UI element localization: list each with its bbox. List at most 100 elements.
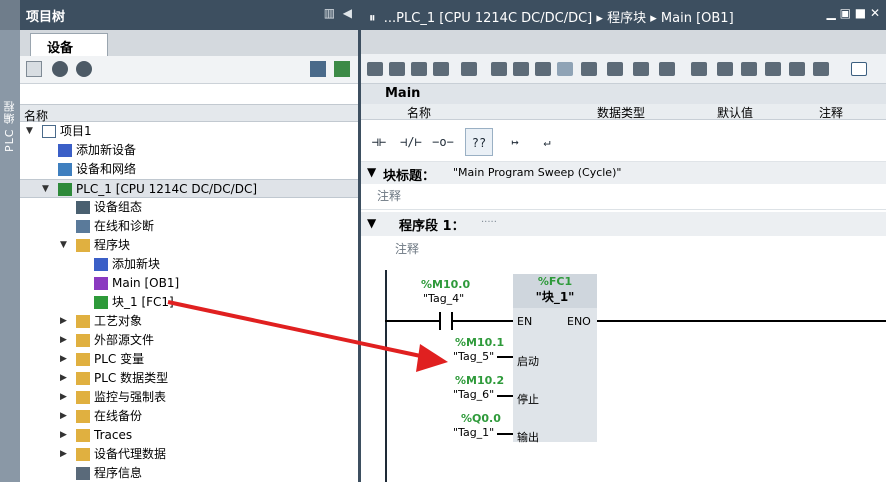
absolute-symbolic-icon[interactable] (491, 62, 507, 76)
close-branch-icon[interactable]: ↵ (533, 128, 561, 156)
block-name[interactable]: "块_1" (513, 288, 597, 305)
breadcrumb-item[interactable]: Main [OB1] (661, 11, 734, 26)
operand-address[interactable]: %M10.1 (455, 336, 504, 349)
tree-item-online-diagnostics[interactable]: 在线和诊断 (20, 217, 358, 236)
contact-left-bar[interactable] (439, 312, 441, 330)
collapse-arrow-icon[interactable]: ▶ (60, 407, 67, 426)
pin-icon[interactable]: ⏸ (369, 11, 376, 26)
plc-programming-label[interactable]: PLC 编程 (2, 100, 18, 152)
panel-buttons[interactable]: ▥ ◀ (324, 6, 352, 20)
coil-icon[interactable]: −o− (429, 128, 457, 156)
tree-item-watch-force-tables[interactable]: ▶ 监控与强制表 (20, 388, 358, 407)
forward-icon[interactable] (76, 61, 92, 77)
go-to-icon[interactable] (691, 62, 707, 76)
tree-item-main-ob1[interactable]: Main [OB1] (20, 274, 358, 293)
export-icon[interactable] (334, 61, 350, 77)
collapse-arrow-icon[interactable]: ▶ (60, 331, 67, 350)
collapse-arrow-icon[interactable]: ▼ (367, 165, 376, 179)
call-structure-icon[interactable] (765, 62, 781, 76)
tree-item-plc-data-types[interactable]: ▶ PLC 数据类型 (20, 369, 358, 388)
tree-item-label: 添加新设备 (76, 143, 137, 157)
breadcrumb-item[interactable]: 程序块 (607, 11, 646, 26)
block-icon[interactable] (851, 62, 867, 76)
monitoring-icon[interactable] (659, 62, 675, 76)
delete-network-icon[interactable] (389, 62, 405, 76)
tree-item-project[interactable]: ▼ 项目1 (20, 122, 358, 141)
collapse-arrow-icon[interactable]: ▶ (60, 369, 67, 388)
comments-icon[interactable] (535, 62, 551, 76)
minimize-icon[interactable]: ▁ (827, 6, 836, 20)
fc1-call-box[interactable]: %FC1 "块_1" EN ENO 启动 停止 输出 (513, 274, 597, 444)
tree-item-devices-networks[interactable]: 设备和网络 (20, 160, 358, 179)
operand-tag[interactable]: "Tag_5" (453, 350, 494, 363)
table-view-icon[interactable] (310, 61, 326, 77)
collapse-arrow-icon[interactable]: ▶ (60, 312, 67, 331)
tree-item-plc1[interactable]: ▼ PLC_1 [CPU 1214C DC/DC/DC] (20, 179, 358, 198)
column-comment[interactable]: 注释 (819, 104, 843, 121)
insert-row-icon[interactable] (411, 62, 427, 76)
add-row-icon[interactable] (433, 62, 449, 76)
contact-tag[interactable]: "Tag_4" (423, 292, 464, 305)
operand-tag[interactable]: "Tag_6" (453, 388, 494, 401)
column-name[interactable]: 名称 (407, 104, 431, 121)
tree-item-traces[interactable]: ▶ Traces (20, 426, 358, 445)
restore-icon[interactable]: ▣ (840, 6, 851, 20)
network-title-dots[interactable]: ..... (481, 214, 497, 225)
block-comment[interactable]: 注释 (361, 184, 886, 210)
split-view-icon[interactable]: ▥ (324, 6, 335, 20)
collapse-left-icon[interactable]: ◀ (343, 6, 352, 20)
tree-item-device-proxy[interactable]: ▶ 设备代理数据 (20, 445, 358, 464)
tree-item-add-device[interactable]: 添加新设备 (20, 141, 358, 160)
tree-item-label: Main [OB1] (112, 276, 180, 290)
tab-devices[interactable]: 设备 (30, 33, 108, 57)
nc-contact-icon[interactable]: ⊣/⊢ (397, 128, 425, 156)
tree-item-add-block[interactable]: 添加新块 (20, 255, 358, 274)
operand-tag[interactable]: "Tag_1" (453, 426, 494, 439)
collapse-all-icon[interactable] (633, 62, 649, 76)
tree-item-external-sources[interactable]: ▶ 外部源文件 (20, 331, 358, 350)
tree-item-plc-tags[interactable]: ▶ PLC 变量 (20, 350, 358, 369)
diagnostics-icon (76, 220, 90, 233)
collapse-arrow-icon[interactable]: ▶ (60, 445, 67, 464)
tree-item-fc1[interactable]: 块_1 [FC1] (20, 293, 358, 312)
collapse-arrow-icon[interactable]: ▼ (367, 216, 376, 230)
download-icon[interactable] (461, 62, 477, 76)
expand-all-icon[interactable] (607, 62, 623, 76)
block-address[interactable]: %FC1 (513, 274, 597, 288)
expand-arrow-icon[interactable]: ▼ (60, 236, 67, 255)
back-icon[interactable] (52, 61, 68, 77)
close-icon[interactable]: ✕ (870, 6, 880, 20)
tree-item-device-config[interactable]: 设备组态 (20, 198, 358, 217)
operand-address[interactable]: %Q0.0 (461, 412, 501, 425)
empty-box-icon[interactable]: ?? (465, 128, 493, 156)
network-comment[interactable]: 注释 (361, 236, 886, 260)
insert-network-icon[interactable] (367, 62, 383, 76)
tree-item-program-info[interactable]: 程序信息 (20, 464, 358, 483)
compile-icon[interactable] (717, 62, 733, 76)
collapse-arrow-icon[interactable]: ▶ (60, 350, 67, 369)
tree-item-technology-objects[interactable]: ▶ 工艺对象 (20, 312, 358, 331)
tree-item-program-blocks[interactable]: ▼ 程序块 (20, 236, 358, 255)
cross-reference-icon[interactable] (741, 62, 757, 76)
expand-arrow-icon[interactable]: ▼ (42, 180, 49, 199)
new-icon[interactable] (26, 61, 42, 77)
column-default[interactable]: 默认值 (717, 104, 753, 121)
favorites-icon[interactable] (581, 62, 597, 76)
network-overview-icon[interactable] (513, 62, 529, 76)
more-icon[interactable] (813, 62, 829, 76)
expand-arrow-icon[interactable]: ▼ (26, 122, 33, 141)
tree-item-online-backups[interactable]: ▶ 在线备份 (20, 407, 358, 426)
collapse-arrow-icon[interactable]: ▶ (60, 426, 67, 445)
monitor-on-icon[interactable] (789, 62, 805, 76)
breadcrumb-item[interactable]: PLC_1 [CPU 1214C DC/DC/DC] (396, 11, 592, 26)
block-title-value[interactable]: "Main Program Sweep (Cycle)" (453, 166, 621, 179)
column-data-type[interactable]: 数据类型 (597, 104, 645, 121)
comment-toggle-icon[interactable] (557, 62, 573, 76)
maximize-icon[interactable]: ■ (855, 6, 866, 20)
open-branch-icon[interactable]: ↦ (501, 128, 529, 156)
no-contact-icon[interactable]: ⊣⊢ (365, 128, 393, 156)
contact-address[interactable]: %M10.0 (421, 278, 470, 291)
operand-address[interactable]: %M10.2 (455, 374, 504, 387)
collapse-arrow-icon[interactable]: ▶ (60, 388, 67, 407)
tree-item-label: 在线备份 (94, 409, 143, 423)
